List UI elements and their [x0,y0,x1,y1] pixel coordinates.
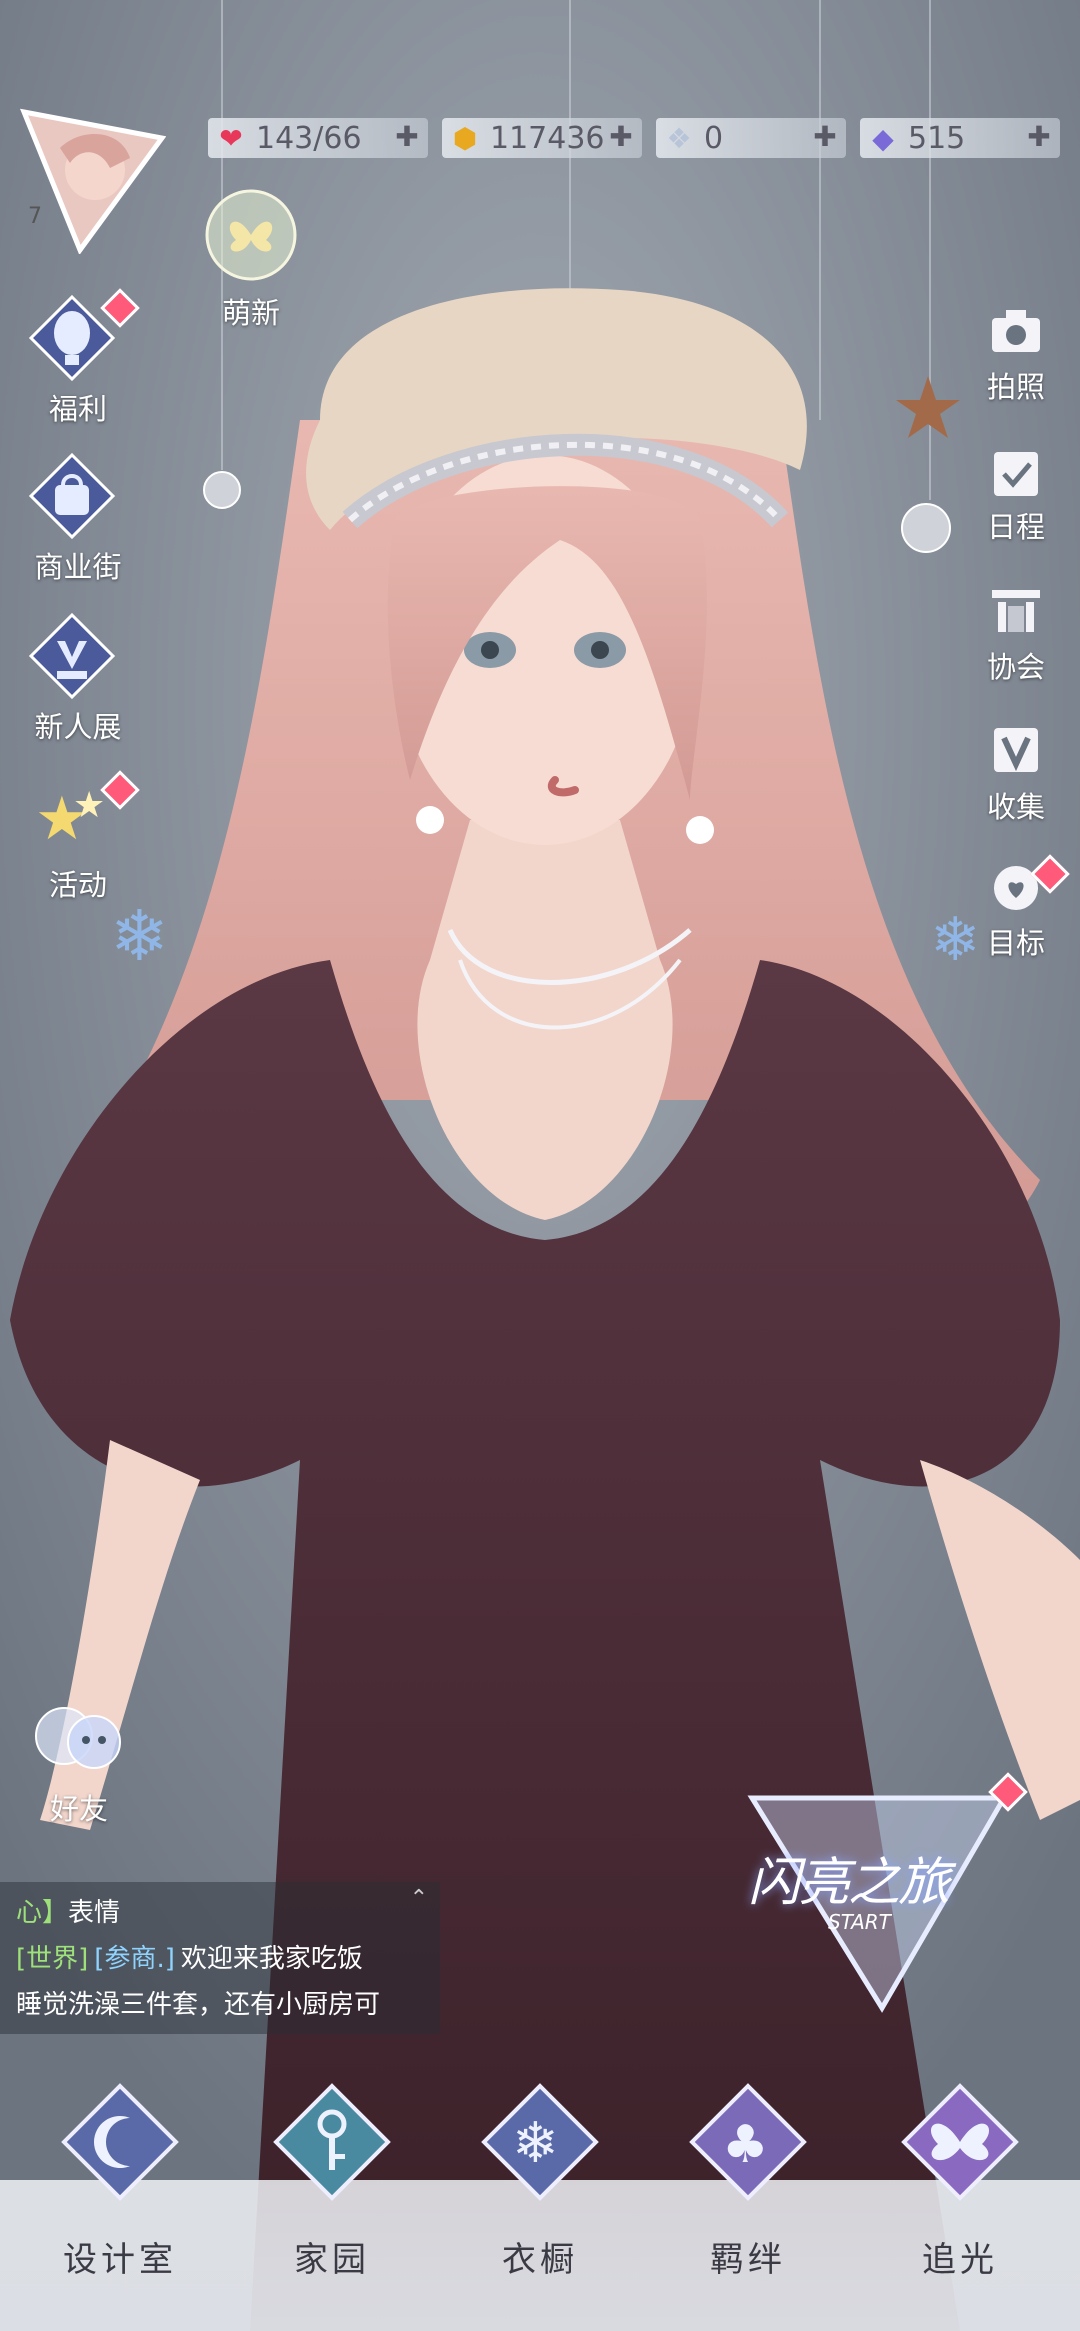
chat-panel[interactable]: 心】表情 [世界] [参商.] 欢迎来我家吃饭 睡觉洗澡三件套，还有小厨房可 ⌃ [0,1882,440,2034]
menu-shop-label: 商业街 [34,550,122,584]
gold-value: 117436 [490,120,605,156]
menu-welfare[interactable]: 福利 [24,288,140,428]
stamina-currency[interactable]: ❤ 143/66 ✚ [208,118,428,158]
menu-goal[interactable]: 目标 [966,854,1070,962]
chat-line: 睡觉洗澡三件套，还有小厨房可 [16,1982,440,2028]
add-stamina-button[interactable]: ✚ [392,122,422,152]
nav-wardrobe[interactable]: ❄ 衣橱 [460,2082,620,2322]
nav-bond[interactable]: ♣ 羁绊 [668,2082,828,2322]
menu-collect-label: 收集 [986,790,1045,824]
diamond-currency[interactable]: ◆ 515 ✚ [860,118,1060,158]
menu-shop[interactable]: 商业街 [24,448,132,586]
event-subtitle: START [828,1910,891,1934]
avatar-frame [19,108,167,256]
newbie-badge[interactable]: 萌新 [196,180,306,330]
player-level: 7 [28,204,42,229]
guild-hall-icon [966,584,1066,644]
shopping-bag-icon [24,448,120,544]
moon-key-icon [61,2083,179,2201]
svg-text:❄: ❄ [512,2111,559,2176]
crystal-currency[interactable]: ❖ 0 ✚ [656,118,846,158]
nav-design-label: 设计室 [63,2240,177,2280]
stamina-value: 143/66 [256,120,362,156]
menu-guild-label: 协会 [986,650,1045,684]
event-banner[interactable]: 闪亮之旅 START [732,1772,1028,2028]
menu-photo-label: 拍照 [986,370,1045,404]
diamond-icon: ◆ [872,121,894,155]
friends-button[interactable]: 好友 [24,1692,134,1828]
butterfly-orb-icon [205,189,297,281]
stars-icon: ★ ★ [24,766,120,862]
friends-label: 好友 [49,1792,108,1826]
nav-home-label: 家园 [294,2240,370,2280]
gold-currency[interactable]: ⬢ 117436 ✚ [442,118,642,158]
diamond-value: 515 [908,120,966,156]
player-avatar[interactable]: 7 [19,108,167,256]
crystal-icon: ❖ [666,121,692,155]
nav-design[interactable]: 设计室 [40,2082,200,2322]
chat-expand-icon[interactable]: ⌃ [410,1886,428,1911]
clover-gem-icon: ♣ [689,2083,807,2201]
chat-text: 睡觉洗澡三件套，还有小厨房可 [16,1990,381,2020]
nav-bond-label: 羁绊 [710,2240,786,2280]
butterfly-gem-icon [901,2083,1019,2201]
nav-home[interactable]: 家园 [252,2082,412,2322]
calendar-icon [966,444,1066,504]
menu-newbie-label: 新人展 [34,710,122,744]
chat-line: 心】表情 [16,1890,440,1936]
menu-schedule-label: 日程 [986,510,1045,544]
camera-icon [966,304,1066,364]
chat-prefix: 心】 [16,1898,69,1928]
chat-text: 欢迎来我家吃饭 [180,1944,363,1974]
chat-text: 表情 [68,1898,121,1928]
nav-chase[interactable]: 追光 [880,2082,1040,2322]
menu-event[interactable]: ★ ★ 活动 [24,766,140,904]
friends-bubble-icon [35,1707,121,1769]
add-crystal-button[interactable]: ✚ [810,122,840,152]
nav-wardrobe-label: 衣橱 [502,2240,578,2280]
svg-text:♣: ♣ [722,2115,769,2175]
key-gem-icon [273,2083,391,2201]
svg-text:❄: ❄ [110,895,169,977]
menu-photo[interactable]: 拍照 [966,304,1066,406]
trophy-icon [24,608,120,704]
chat-line: [世界] [参商.] 欢迎来我家吃饭 [16,1936,440,1982]
chat-sender[interactable]: [参商.] [94,1944,175,1974]
snowflake-gem-icon: ❄ [481,2083,599,2201]
menu-event-label: 活动 [48,868,107,902]
badge-label: 萌新 [221,296,280,330]
gold-coin-icon: ⬢ [452,121,478,155]
crystal-value: 0 [704,120,724,156]
menu-schedule[interactable]: 日程 [966,444,1066,546]
menu-collect[interactable]: 收集 [966,724,1066,826]
add-gold-button[interactable]: ✚ [606,122,636,152]
chat-channel: [世界] [16,1944,89,1974]
nav-chase-label: 追光 [922,2240,998,2280]
heart-icon: ❤ [219,121,243,155]
menu-goal-label: 目标 [986,926,1045,960]
menu-welfare-label: 福利 [48,392,107,426]
add-diamond-button[interactable]: ✚ [1024,122,1054,152]
menu-newbie[interactable]: 新人展 [24,608,132,746]
event-title: 闪亮之旅 [748,1853,950,1913]
menu-guild[interactable]: 协会 [966,584,1066,686]
v-collection-icon [966,724,1066,784]
